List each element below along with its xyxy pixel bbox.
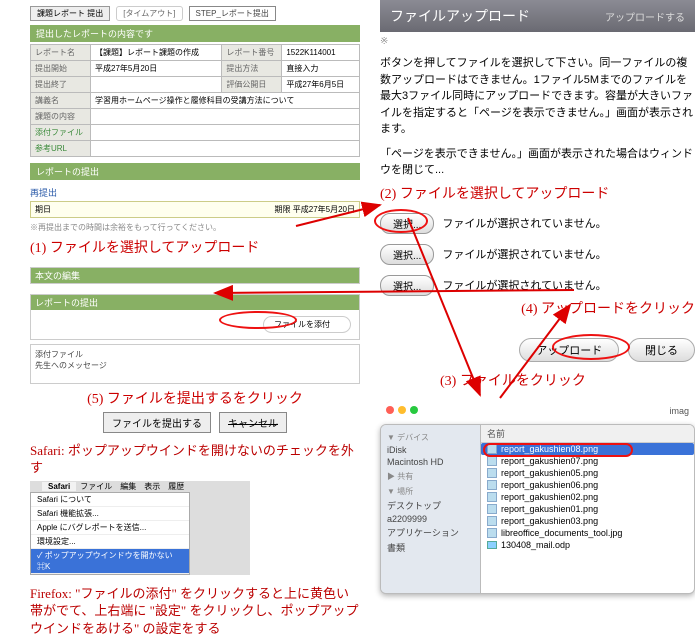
finder-window: ▼ デバイス iDisk Macintosh HD ▶ 共有 ▼ 場所 デスクト… — [380, 424, 695, 594]
red-oval-3 — [552, 334, 630, 360]
finder-sidebar: ▼ デバイス iDisk Macintosh HD ▶ 共有 ▼ 場所 デスクト… — [381, 425, 481, 593]
select-button-2[interactable]: 選択... — [380, 244, 434, 265]
red-oval-1 — [219, 311, 297, 329]
red-oval-4 — [483, 443, 633, 457]
finder-toolbar: imag — [380, 404, 695, 418]
greenbar-title: 提出したレポートの内容です — [30, 25, 360, 42]
tab-timeout[interactable]: [タイムアウト] — [116, 6, 182, 21]
list-item[interactable]: report_gakushien01.png — [481, 503, 694, 515]
submit-button[interactable]: ファイルを提出する — [103, 412, 211, 433]
firefox-note: Firefox: "ファイルの添付" をクリックすると上に黄色い帯がでて、上右端… — [30, 585, 360, 637]
popup-block-item[interactable]: ✓ ポップアップウインドウを開かない ⌘K — [31, 549, 189, 574]
list-item[interactable]: report_gakushien02.png — [481, 491, 694, 503]
step3-annotation: (3) ファイルをクリック — [440, 370, 695, 390]
safari-block: Safari: ポップアップウインドを開けないのチェックを外す Safari フ… — [30, 443, 360, 575]
cancel-button[interactable]: キャンセル — [219, 412, 287, 433]
min-traffic-icon[interactable] — [398, 406, 406, 414]
step5-annotation: (5) ファイルを提出するをクリック — [30, 388, 360, 408]
select-button-3[interactable]: 選択... — [380, 275, 434, 296]
finder-filelist: 名前 report_gakushien08.png report_gakushi… — [481, 425, 694, 593]
red-oval-2 — [374, 209, 428, 233]
list-item[interactable]: 130408_mail.odp — [481, 539, 694, 551]
close-button[interactable]: 閉じる — [628, 338, 695, 362]
list-item[interactable]: report_gakushien05.png — [481, 467, 694, 479]
tab-step[interactable]: STEP_レポート提出 — [189, 6, 276, 21]
close-traffic-icon[interactable] — [386, 406, 394, 414]
tab-active[interactable]: 課題レポート 提出 — [30, 6, 110, 21]
right-screenshot: ファイルアップロードアップロードする ※ ボタンを押してファイルを選択して下さい… — [380, 0, 695, 594]
upload-header: ファイルアップロードアップロードする — [380, 0, 695, 32]
list-item[interactable]: report_gakushien03.png — [481, 515, 694, 527]
list-item[interactable]: report_gakushien06.png — [481, 479, 694, 491]
upload-instructions: ボタンを押してファイルを選択して下さい。同一ファイルの複数アップロードはできませ… — [380, 55, 695, 138]
resubmit-block: 再提出 期日期限 平成27年5月20日 ※再提出までの時間は余裕をもって行ってく… — [30, 186, 360, 233]
list-item[interactable]: libreoffice_documents_tool.jpg — [481, 527, 694, 539]
step2-annotation: (2) ファイルを選択してアップロード — [380, 183, 695, 203]
safari-menu: Safari について Safari 機能拡張... Apple にバグレポート… — [30, 492, 190, 575]
submit-row: ファイルを提出する キャンセル — [30, 412, 360, 433]
tab-bar: 課題レポート 提出 [タイムアウト] STEP_レポート提出 — [30, 6, 360, 21]
report-submit-bar: レポートの提出 — [30, 163, 360, 180]
left-screenshot: 課題レポート 提出 [タイムアウト] STEP_レポート提出 提出したレポートの… — [30, 6, 360, 637]
report-table: レポート名【課題】レポート課題の作成レポート番号1522K114001 提出開始… — [30, 44, 360, 157]
message-box: 添付ファイル 先生へのメッセージ — [30, 344, 360, 384]
step1-annotation: (1) ファイルを選択してアップロード — [30, 237, 360, 257]
max-traffic-icon[interactable] — [410, 406, 418, 414]
step4-annotation: (4) アップロードをクリック — [380, 298, 695, 318]
